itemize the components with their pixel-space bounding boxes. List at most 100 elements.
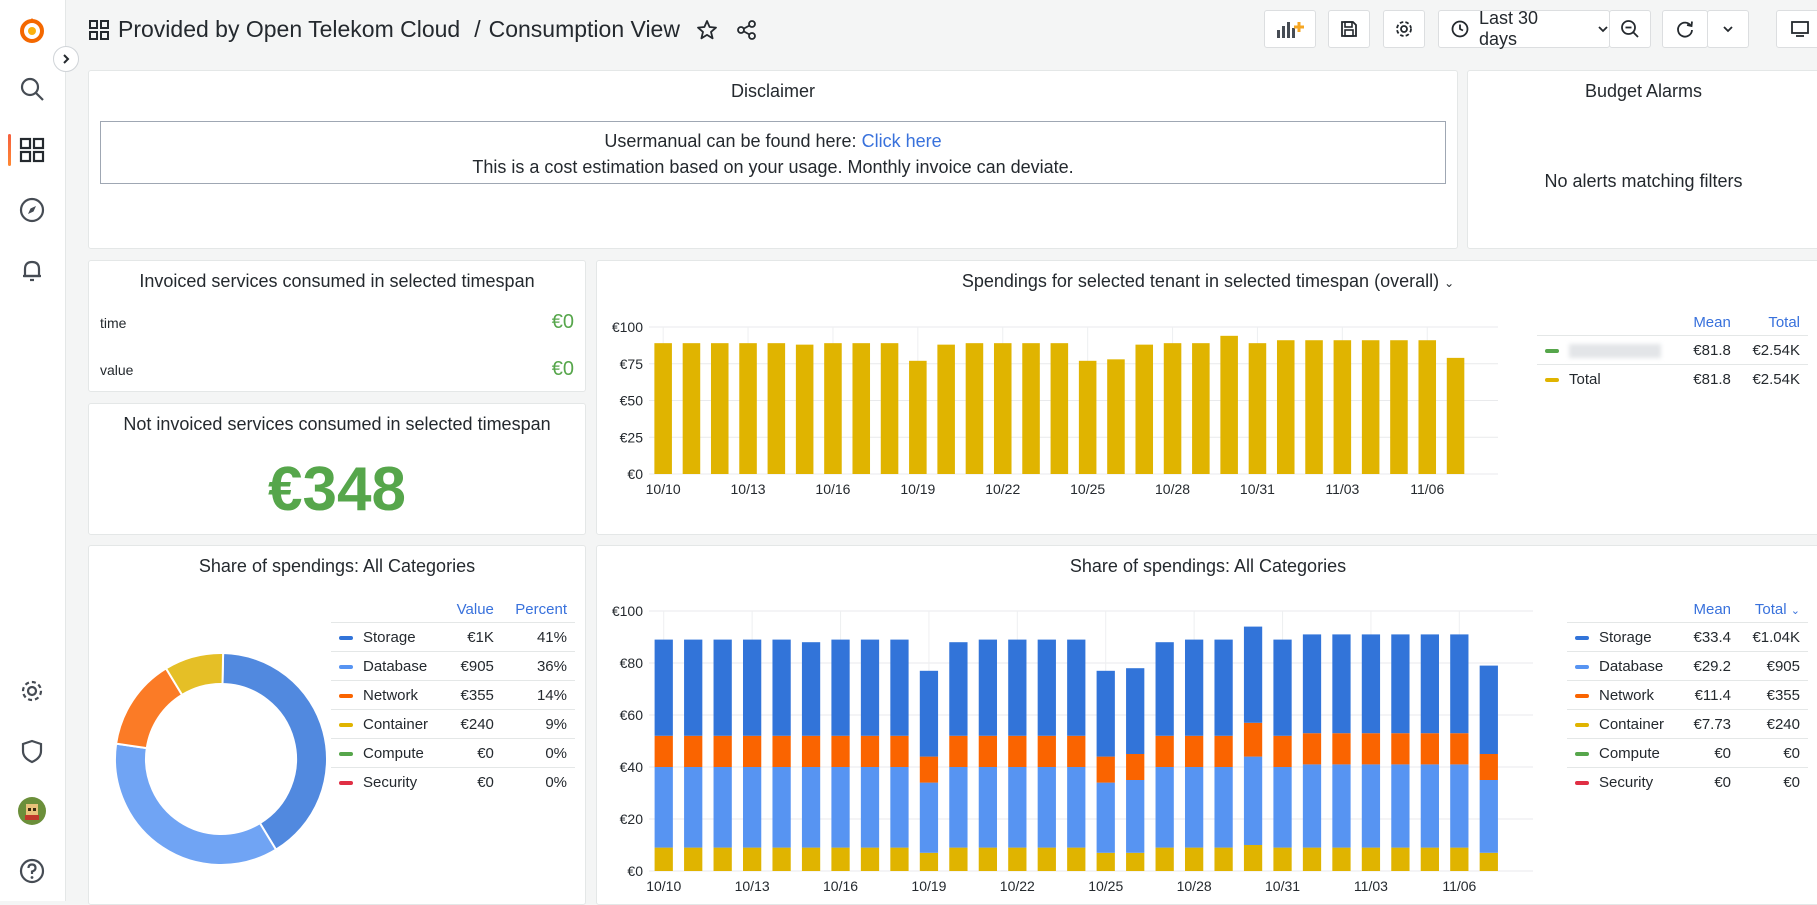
bar-storage — [1479, 665, 1498, 754]
zoom-out-button[interactable] — [1609, 10, 1651, 48]
legend-row[interactable]: Container €240 9% — [331, 709, 575, 739]
bar-storage — [1008, 639, 1027, 736]
bar-container — [1391, 847, 1410, 871]
bar-storage — [860, 639, 880, 736]
bar-container — [1361, 847, 1381, 871]
y-tick-label: €0 — [627, 466, 643, 482]
legend-row[interactable]: Compute €0 €0 — [1567, 738, 1808, 768]
bar-network — [860, 735, 880, 767]
legend-percent-header[interactable]: Percent — [502, 596, 575, 623]
usermanual-link[interactable]: Click here — [862, 131, 942, 151]
legend-name: Compute — [1599, 744, 1660, 762]
bar-storage — [1243, 626, 1263, 723]
legend-swatch — [1575, 635, 1589, 640]
save-dashboard-button[interactable] — [1328, 10, 1370, 48]
bar-total — [739, 343, 757, 474]
panel-title-text: Spendings for selected tenant in selecte… — [961, 271, 1440, 291]
refresh-icon — [1677, 21, 1693, 38]
bar-storage — [1126, 668, 1145, 754]
time-range-picker[interactable]: Last 30 days — [1438, 8, 1610, 49]
bar-database — [1008, 767, 1027, 848]
breadcrumb-folder[interactable]: Provided by Open Telekom Cloud — [118, 16, 460, 43]
search-icon[interactable] — [16, 73, 48, 105]
legend-swatch — [339, 693, 353, 698]
legend-row[interactable]: Storage €1K 41% — [331, 622, 575, 652]
bar-total — [767, 343, 786, 474]
explore-compass-icon[interactable] — [16, 194, 48, 226]
settings-gear-icon[interactable] — [16, 675, 48, 707]
legend-swatch — [339, 664, 353, 669]
legend-row[interactable]: Container €7.73 €240 — [1567, 709, 1808, 739]
legend-mean-header[interactable]: Mean — [1681, 596, 1739, 623]
share-donut-chart — [114, 651, 328, 866]
legend-swatch — [1575, 664, 1589, 669]
bar-network — [1096, 756, 1115, 783]
legend-row[interactable]: Total €81.8 €2.54K — [1537, 364, 1808, 393]
legend-name: Container — [363, 715, 429, 733]
bar-network — [1450, 733, 1469, 765]
dashboards-icon[interactable] — [16, 134, 48, 166]
help-icon[interactable] — [16, 855, 48, 887]
breadcrumb: Provided by Open Telekom Cloud / Consump… — [88, 16, 758, 43]
not-invoiced-services-panel: Not invoiced services consumed in select… — [88, 403, 586, 535]
legend-row[interactable]: Security €0 €0 — [1567, 767, 1808, 796]
bar-total — [1390, 340, 1408, 474]
bar-database — [1243, 756, 1263, 845]
chevron-down-icon — [1723, 26, 1733, 33]
legend-mean-header[interactable]: Mean — [1681, 309, 1739, 336]
grafana-logo[interactable] — [16, 14, 48, 46]
refresh-interval-dropdown[interactable] — [1707, 10, 1749, 48]
dashboard-settings-button[interactable] — [1383, 10, 1425, 48]
legend-total: €2.54K — [1738, 335, 1808, 365]
bar-storage — [772, 639, 791, 736]
bar-total — [880, 343, 899, 474]
bar-total — [1107, 359, 1125, 474]
legend-value-header[interactable]: Value — [444, 596, 502, 623]
legend-swatch — [1575, 780, 1589, 785]
legend-swatch — [339, 722, 353, 727]
tv-mode-button[interactable] — [1776, 10, 1817, 48]
refresh-button[interactable] — [1662, 10, 1708, 48]
bar-storage — [1420, 634, 1440, 734]
share-icon[interactable] — [736, 19, 758, 41]
bar-network — [919, 756, 939, 783]
legend-value: €1K — [444, 622, 502, 652]
legend-row[interactable]: €81.8 €2.54K — [1537, 335, 1808, 365]
star-icon[interactable] — [696, 19, 718, 41]
legend-row[interactable]: Compute €0 0% — [331, 738, 575, 768]
dashboard-title[interactable]: Consumption View — [489, 16, 680, 43]
bar-network — [772, 735, 791, 767]
legend-row[interactable]: Storage €33.4 €1.04K — [1567, 622, 1808, 652]
bar-total — [1192, 343, 1210, 474]
bar-database — [772, 767, 791, 848]
bar-network — [978, 735, 998, 767]
usermanual-text: Usermanual can be found here: — [604, 131, 857, 151]
legend-name: Total — [1569, 370, 1601, 388]
legend-total-header[interactable]: Total — [1739, 309, 1808, 336]
panel-menu-chevron-icon[interactable]: ⌄ — [1444, 276, 1454, 290]
legend-row[interactable]: Network €11.4 €355 — [1567, 680, 1808, 710]
bar-total — [852, 343, 871, 474]
legend-percent: 0% — [501, 738, 575, 768]
legend-row[interactable]: Security €0 0% — [331, 767, 575, 796]
legend-row[interactable]: Database €29.2 €905 — [1567, 651, 1808, 681]
legend-row[interactable]: Network €355 14% — [331, 680, 575, 710]
alerting-bell-icon[interactable] — [16, 254, 48, 286]
legend-percent: 36% — [501, 651, 575, 681]
legend-total-header[interactable]: Total ⌄ — [1739, 596, 1808, 623]
add-panel-icon — [1277, 22, 1304, 38]
bar-network — [949, 735, 968, 767]
x-tick-label: 10/19 — [900, 481, 935, 497]
zoom-out-icon — [1621, 20, 1639, 38]
bar-container — [1420, 847, 1440, 871]
avatar[interactable] — [16, 795, 48, 827]
legend-row[interactable]: Database €905 36% — [331, 651, 575, 681]
bar-network — [1391, 733, 1410, 765]
panel-title[interactable]: Spendings for selected tenant in selecte… — [597, 271, 1817, 292]
expand-sidebar-button[interactable] — [53, 46, 79, 72]
legend-name-header — [1537, 309, 1681, 336]
panel-title: Share of spendings: All Categories — [1069, 556, 1347, 576]
shield-icon[interactable] — [16, 735, 48, 767]
add-panel-button[interactable] — [1264, 10, 1316, 48]
x-tick-label: 10/19 — [911, 878, 946, 894]
